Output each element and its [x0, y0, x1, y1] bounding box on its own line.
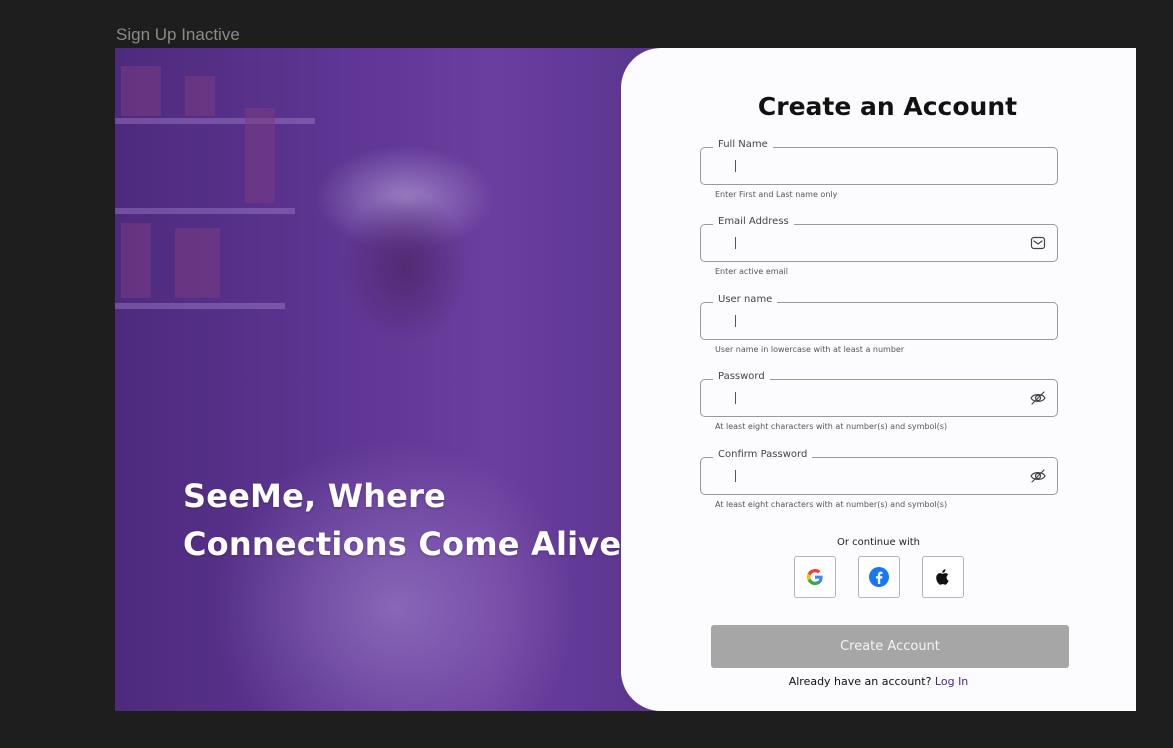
confirm-password-hint: At least eight characters with at number…	[715, 500, 948, 509]
create-account-button[interactable]: Create Account	[711, 625, 1069, 668]
frame-label: Sign Up Inactive	[116, 25, 240, 44]
full-name-hint: Enter First and Last name only	[715, 190, 838, 199]
form-title: Create an Account	[757, 92, 1018, 121]
confirm-password-box[interactable]: Confirm Password	[700, 449, 1058, 495]
tagline-line-2: Connections Come Alive.	[183, 525, 634, 563]
username-hint: User name in lowercase with at least a n…	[715, 345, 905, 354]
password-box[interactable]: Password	[700, 371, 1058, 417]
email-label: Email Address	[713, 216, 794, 227]
confirm-password-label: Confirm Password	[713, 449, 813, 460]
hero-tagline: SeeMe, Where Connections Come Alive.	[183, 472, 634, 568]
password-hint: At least eight characters with at number…	[715, 422, 948, 431]
signup-form-panel: Create an Account Full Name Enter First …	[621, 48, 1136, 711]
text-caret	[735, 392, 736, 404]
login-link[interactable]: Log In	[935, 675, 968, 688]
text-caret	[735, 315, 736, 327]
email-field: Email Address Enter active email	[700, 216, 1058, 276]
confirm-password-field: Confirm Password At least eight characte…	[700, 449, 1058, 509]
password-label: Password	[713, 371, 770, 382]
text-caret	[735, 160, 736, 172]
signup-canvas: SeeMe, Where Connections Come Alive. Cre…	[115, 48, 1136, 711]
eye-off-icon[interactable]	[1029, 389, 1047, 407]
full-name-input[interactable]	[715, 154, 1027, 178]
password-field: Password At least eight characters with …	[700, 371, 1058, 431]
or-continue-with: Or continue with	[836, 537, 921, 548]
mail-icon	[1029, 234, 1047, 252]
login-prompt-text: Already have an account?	[788, 675, 932, 688]
facebook-icon	[869, 567, 889, 587]
username-field: User name User name in lowercase with at…	[700, 294, 1058, 354]
eye-off-icon[interactable]	[1029, 467, 1047, 485]
email-box[interactable]: Email Address	[700, 216, 1058, 262]
full-name-field: Full Name Enter First and Last name only	[700, 139, 1058, 199]
hero-image: SeeMe, Where Connections Come Alive.	[115, 48, 655, 711]
text-caret	[735, 237, 736, 249]
confirm-password-input[interactable]	[715, 464, 1027, 488]
full-name-label: Full Name	[713, 139, 773, 150]
tagline-line-1: SeeMe, Where	[183, 477, 446, 515]
email-hint: Enter active email	[715, 267, 788, 276]
google-button[interactable]	[794, 556, 836, 598]
facebook-button[interactable]	[858, 556, 900, 598]
google-icon	[807, 569, 823, 585]
email-input[interactable]	[715, 231, 1027, 255]
text-caret	[735, 470, 736, 482]
username-label: User name	[713, 294, 778, 305]
login-prompt-row: Already have an account? Log In	[621, 675, 1136, 688]
username-box[interactable]: User name	[700, 294, 1058, 340]
apple-icon	[936, 569, 949, 585]
username-input[interactable]	[715, 309, 1027, 333]
password-input[interactable]	[715, 386, 1027, 410]
apple-button[interactable]	[922, 556, 964, 598]
full-name-box[interactable]: Full Name	[700, 139, 1058, 185]
